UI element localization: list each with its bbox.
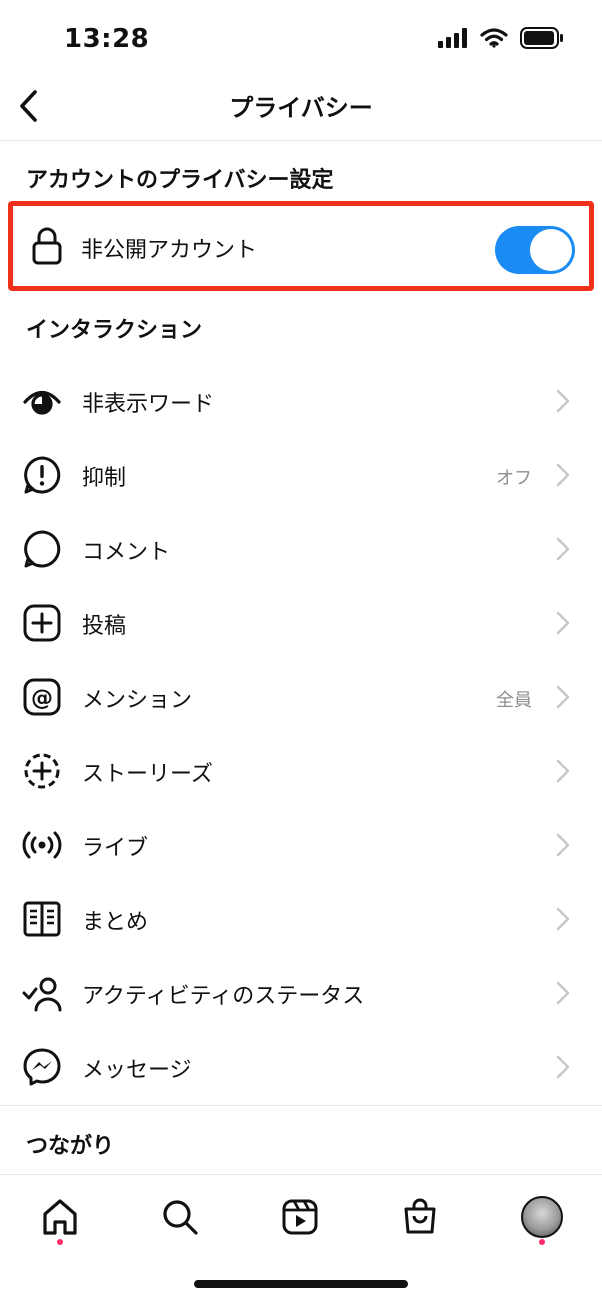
toggle-knob: [530, 229, 572, 271]
menu-item-messages[interactable]: メッセージ: [0, 1030, 602, 1104]
menu-item-label: ライブ: [82, 836, 149, 861]
menu-item-label: コメント: [82, 540, 171, 565]
tab-reels[interactable]: [270, 1187, 330, 1247]
menu-item-value: オフ: [496, 468, 532, 489]
page-title: プライバシー: [229, 94, 373, 122]
battery-icon: [520, 27, 563, 49]
status-bar: 13:28: [0, 0, 602, 80]
chevron-right-icon: [556, 981, 570, 1005]
status-time: 13:28: [64, 24, 150, 54]
section-title-account-privacy: アカウントのプライバシー設定: [26, 168, 334, 193]
menu-item-live[interactable]: ライブ: [0, 808, 602, 882]
exclamation-circle-icon: [22, 455, 62, 495]
tab-search[interactable]: [150, 1187, 210, 1247]
private-account-label: 非公開アカウント: [81, 238, 258, 263]
story-add-icon: [22, 751, 62, 791]
eye-icon: [22, 381, 62, 421]
menu-item-comments[interactable]: コメント: [0, 512, 602, 586]
chevron-right-icon: [556, 759, 570, 783]
guide-book-icon: [22, 899, 62, 939]
menu-item-value: 全員: [496, 690, 532, 711]
section-title-interactions: インタラクション: [26, 318, 203, 343]
chevron-right-icon: [556, 463, 570, 487]
menu-item-restrict[interactable]: 抑制 オフ: [0, 438, 602, 512]
lock-icon: [27, 226, 67, 266]
reels-icon: [282, 1199, 318, 1235]
menu-item-stories[interactable]: ストーリーズ: [0, 734, 602, 808]
shop-bag-icon: [404, 1198, 436, 1234]
search-icon: [163, 1200, 198, 1235]
live-icon: [22, 825, 62, 865]
activity-status-icon: [22, 973, 62, 1013]
private-account-toggle[interactable]: [495, 226, 575, 274]
tab-shop[interactable]: [390, 1187, 450, 1247]
menu-item-label: 非表示ワード: [82, 392, 215, 417]
svg-text:@: @: [31, 686, 53, 711]
menu-item-hidden-words[interactable]: 非表示ワード: [0, 364, 602, 438]
private-account-row: 非公開アカウント: [8, 201, 594, 291]
messenger-icon: [22, 1047, 62, 1087]
avatar: [521, 1196, 563, 1238]
cellular-signal-icon: [438, 28, 467, 48]
menu-item-activity-status[interactable]: アクティビティのステータス: [0, 956, 602, 1030]
chevron-right-icon: [556, 1055, 570, 1079]
at-icon: @: [22, 677, 62, 717]
nav-header: プライバシー: [0, 70, 602, 141]
chevron-right-icon: [556, 685, 570, 709]
menu-item-label: まとめ: [82, 910, 149, 935]
profile-notification-dot: [539, 1239, 545, 1245]
menu-item-label: ストーリーズ: [82, 762, 213, 787]
menu-item-mentions[interactable]: @ メンション 全員: [0, 660, 602, 734]
status-icons: [438, 27, 564, 49]
menu-item-label: アクティビティのステータス: [82, 984, 365, 1009]
chevron-right-icon: [556, 611, 570, 635]
menu-item-posts[interactable]: 投稿: [0, 586, 602, 660]
comment-icon: [22, 529, 62, 569]
tab-profile[interactable]: [512, 1187, 572, 1247]
chevron-right-icon: [556, 389, 570, 413]
menu-item-label: メッセージ: [82, 1058, 192, 1083]
menu-item-guides[interactable]: まとめ: [0, 882, 602, 956]
chevron-right-icon: [556, 907, 570, 931]
section-title-connections: つながり: [26, 1134, 115, 1159]
home-indicator: [194, 1280, 408, 1288]
section-divider: [0, 1105, 602, 1106]
home-icon: [43, 1199, 77, 1235]
menu-item-label: 抑制: [82, 466, 127, 491]
wifi-icon: [480, 28, 508, 48]
menu-item-label: メンション: [82, 688, 193, 713]
menu-item-label: 投稿: [82, 614, 127, 639]
home-notification-dot: [57, 1239, 63, 1245]
plus-square-icon: [22, 603, 62, 643]
tab-home[interactable]: [30, 1187, 90, 1247]
chevron-right-icon: [556, 833, 570, 857]
chevron-right-icon: [556, 537, 570, 561]
